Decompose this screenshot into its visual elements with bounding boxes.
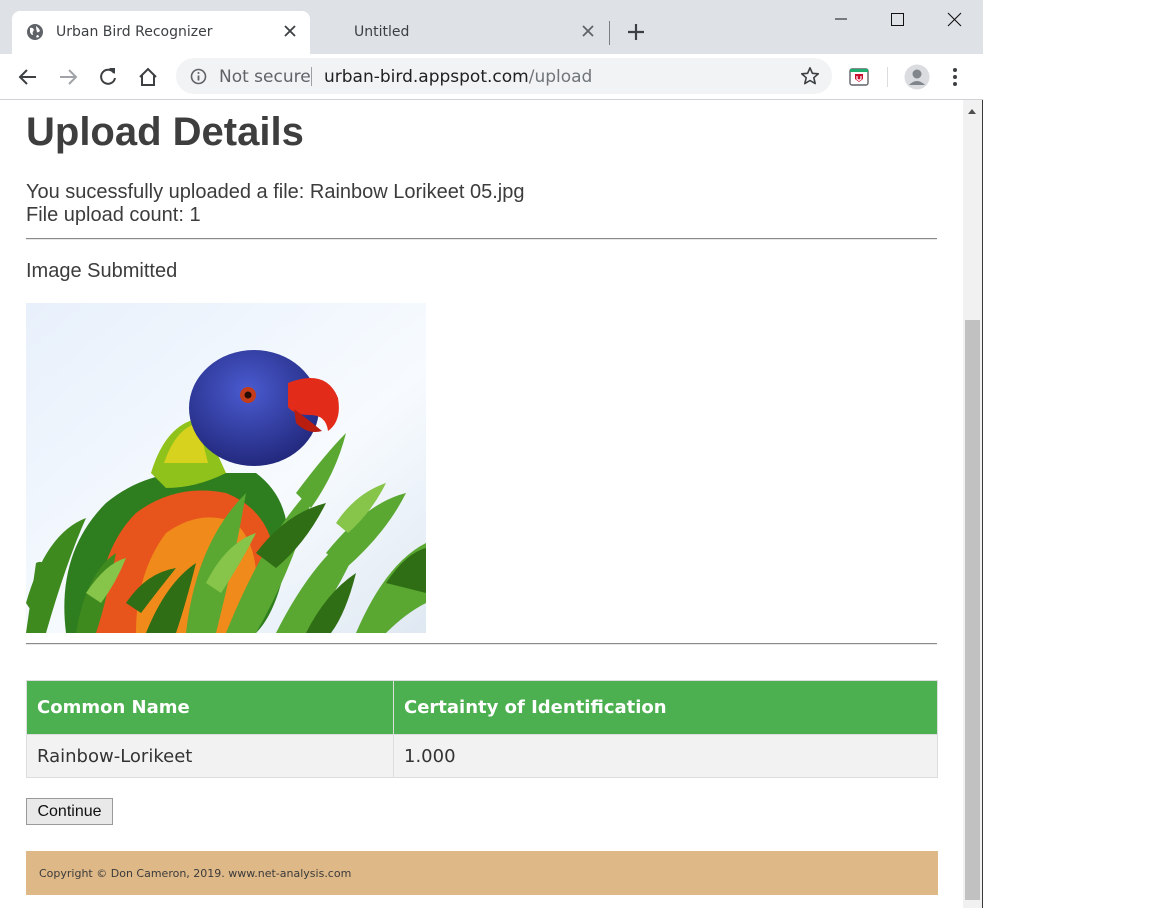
browser-window: Urban Bird Recognizer Untitled Not secur… — [0, 0, 983, 908]
divider — [26, 238, 937, 240]
tab-separator — [609, 21, 610, 45]
page-title: Upload Details — [26, 110, 304, 154]
tab-title: Urban Bird Recognizer — [56, 24, 213, 40]
tab-close-icon[interactable] — [580, 23, 596, 39]
results-table: Common Name Certainty of Identification … — [26, 680, 938, 778]
table-row: Rainbow-Lorikeet 1.000 — [26, 734, 938, 778]
continue-button[interactable]: Continue — [26, 798, 113, 825]
upload-count: File upload count: 1 — [26, 204, 201, 226]
submitted-bird-image — [26, 303, 426, 633]
star-icon[interactable] — [800, 66, 820, 86]
footer-copyright: Copyright © Don Cameron, 2019. www.net-a… — [39, 867, 352, 880]
scroll-up-arrow-icon[interactable] — [968, 109, 976, 114]
divider — [26, 643, 937, 645]
upload-message-block: You sucessfully uploaded a file: Rainbow… — [26, 181, 524, 227]
menu-icon[interactable] — [944, 66, 966, 88]
maximize-icon[interactable] — [882, 9, 912, 31]
browser-toolbar: Not secure urban-bird.appspot.com/upload — [0, 54, 983, 100]
globe-icon — [27, 24, 43, 40]
home-icon[interactable] — [137, 66, 159, 88]
plus-icon[interactable] — [626, 22, 646, 42]
table-cell-common-name: Rainbow-Lorikeet — [26, 734, 394, 778]
column-header-common-name: Common Name — [26, 680, 394, 735]
tab-untitled[interactable]: Untitled — [312, 11, 608, 54]
back-icon[interactable] — [17, 66, 39, 88]
forward-icon[interactable] — [57, 66, 79, 88]
column-header-certainty: Certainty of Identification — [393, 680, 938, 735]
page-viewport: Upload Details You sucessfully uploaded … — [0, 100, 963, 908]
upload-message: You sucessfully uploaded a file: Rainbow… — [26, 181, 525, 203]
security-label: Not secure — [219, 67, 311, 87]
toolbar-separator — [887, 67, 888, 87]
desktop-background — [984, 0, 1152, 908]
address-separator — [311, 67, 312, 86]
extension-icon[interactable] — [848, 66, 870, 88]
image-section-label: Image Submitted — [26, 260, 178, 282]
url-text[interactable]: urban-bird.appspot.com/upload — [324, 67, 592, 87]
table-header-row: Common Name Certainty of Identification — [26, 680, 938, 735]
tab-urban-bird-recognizer[interactable]: Urban Bird Recognizer — [12, 11, 310, 54]
scrollbar-thumb[interactable] — [965, 320, 980, 900]
tab-title: Untitled — [354, 24, 410, 40]
vertical-scrollbar[interactable] — [963, 100, 982, 908]
info-icon[interactable] — [190, 68, 207, 85]
profile-icon[interactable] — [904, 64, 930, 90]
tab-close-icon[interactable] — [282, 23, 298, 39]
url-host: urban-bird.appspot.com — [324, 67, 529, 87]
table-cell-certainty: 1.000 — [393, 734, 938, 778]
url-path: /upload — [528, 67, 593, 87]
minimize-icon[interactable] — [826, 9, 856, 31]
reload-icon[interactable] — [97, 66, 119, 88]
tab-strip: Urban Bird Recognizer Untitled — [0, 0, 983, 54]
page-footer: Copyright © Don Cameron, 2019. www.net-a… — [26, 851, 938, 895]
close-icon[interactable] — [939, 9, 969, 31]
address-bar[interactable]: Not secure urban-bird.appspot.com/upload — [176, 58, 832, 94]
